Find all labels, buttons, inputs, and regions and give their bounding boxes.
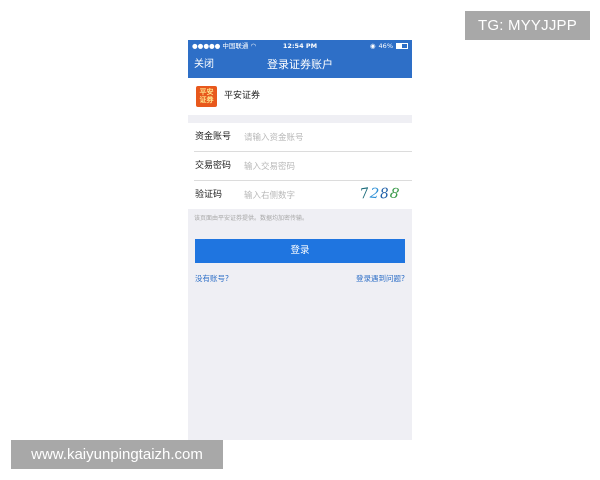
battery-icon	[396, 43, 408, 49]
screenshot-stage: TG: MYYJJPP ●●●●● 中国联通 ◠ 12:54 PM ◉ 46% …	[0, 0, 600, 480]
status-right: ◉ 46%	[370, 40, 408, 52]
battery-fill	[397, 44, 402, 48]
brand-name: 平安证券	[224, 91, 261, 101]
password-row: 交易密码	[188, 152, 412, 181]
security-notice: 该页面由平安证券提供。数据均加密传输。	[194, 215, 309, 222]
no-account-link[interactable]: 没有账号?	[195, 273, 229, 284]
status-bar: ●●●●● 中国联通 ◠ 12:54 PM ◉ 46%	[188, 40, 412, 52]
account-label: 资金账号	[195, 132, 232, 142]
password-label: 交易密码	[195, 161, 232, 171]
nav-bar: 关闭 登录证券账户	[188, 52, 412, 78]
pingan-logo: 平安 证券	[196, 86, 217, 107]
orientation-lock-icon: ◉	[369, 42, 376, 50]
watermark-bottom: www.kaiyunpingtaizh.com	[11, 440, 223, 469]
page-title: 登录证券账户	[267, 58, 333, 71]
brand-header: 平安 证券 平安证券	[188, 78, 412, 115]
battery-percent: 46%	[378, 42, 393, 50]
login-button[interactable]: 登录	[195, 239, 405, 263]
login-form: 资金账号 交易密码 验证码 7288	[188, 123, 412, 209]
captcha-label: 验证码	[195, 190, 223, 200]
account-input[interactable]	[244, 131, 354, 145]
login-problem-link[interactable]: 登录遇到问题?	[356, 273, 405, 284]
captcha-input[interactable]	[244, 189, 354, 203]
password-input[interactable]	[244, 160, 354, 174]
phone-screen: ●●●●● 中国联通 ◠ 12:54 PM ◉ 46% 关闭 登录证券账户 平安…	[188, 40, 412, 440]
captcha-image[interactable]: 7288	[359, 185, 408, 206]
captcha-digit: 8	[388, 185, 402, 203]
account-row: 资金账号	[188, 123, 412, 152]
watermark-top: TG: MYYJJPP	[465, 11, 590, 40]
captcha-row: 验证码 7288	[188, 181, 412, 210]
